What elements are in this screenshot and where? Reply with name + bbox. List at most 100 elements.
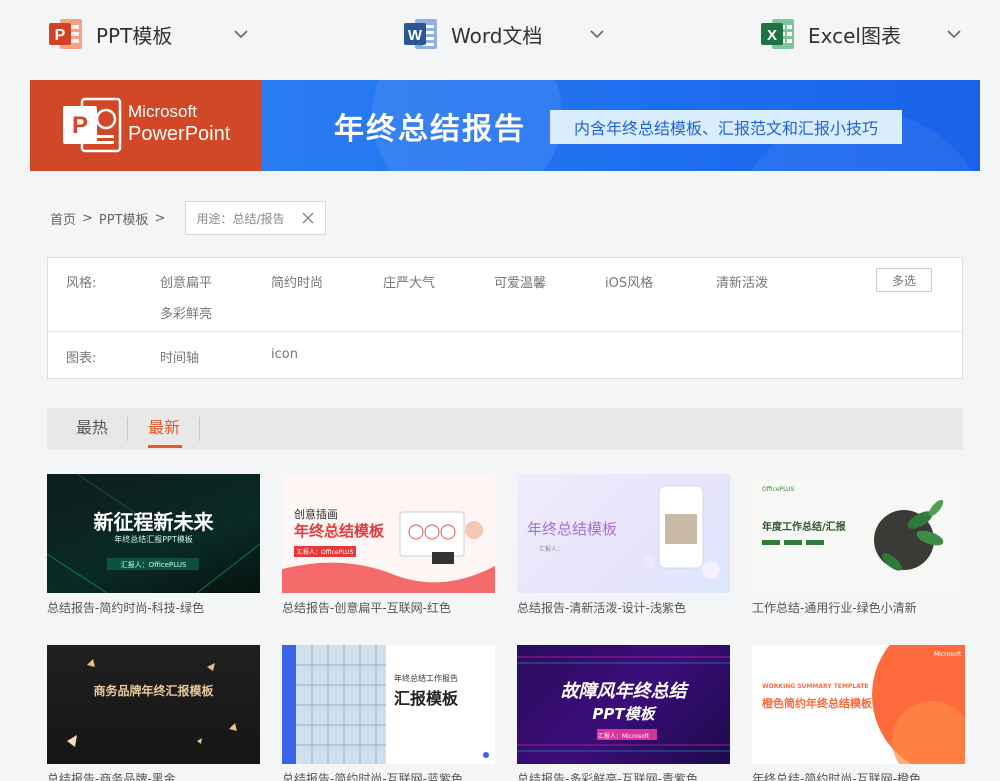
template-caption[interactable]: 工作总结-通用行业-绿色小清新	[752, 599, 965, 616]
template-card[interactable]: 新征程新未来 年终总结汇报PPT模板 汇报人：OfficePLUS 总结报告-简…	[47, 474, 260, 616]
template-thumbnail[interactable]: 商务品牌年终汇报模板	[47, 645, 260, 764]
tab-divider	[127, 417, 128, 441]
template-caption[interactable]: 总结报告-多彩鲜亮-互联网-青紫色	[517, 770, 730, 781]
breadcrumb-separator: >	[82, 210, 93, 226]
sort-tabs: 最热 最新	[47, 408, 963, 450]
template-card[interactable]: 年终总结模板 汇报人： 总结报告-清新活泼-设计-浅紫色	[517, 474, 730, 616]
active-filter-label: 用途：总结/报告	[196, 211, 285, 226]
brand-line-powerpoint: PowerPoint	[128, 123, 231, 145]
thumbnail-subtitle: PPT模板	[592, 705, 655, 723]
app-label-ppt: PPT模板	[96, 23, 173, 48]
tab-hottest[interactable]: 最热	[76, 408, 108, 450]
breadcrumb-home[interactable]: 首页	[50, 209, 76, 228]
template-card[interactable]: 商务品牌年终汇报模板 总结报告-商务品牌-黑金	[47, 645, 260, 781]
filter-option[interactable]: 多彩鲜亮	[160, 303, 212, 322]
active-tab-indicator	[148, 445, 182, 448]
filter-option[interactable]: iOS风格	[605, 272, 653, 291]
powerpoint-logo-icon: P	[62, 97, 122, 157]
thumbnail-subtitle: 年终总结汇报PPT模板	[114, 535, 193, 544]
close-icon[interactable]	[301, 211, 315, 225]
thumbnail-presenter: 汇报人：OfficePLUS	[120, 561, 187, 569]
thumbnail-art	[282, 645, 489, 764]
thumbnail-logo: Microsoft	[934, 651, 962, 658]
template-thumbnail[interactable]: 新征程新未来 年终总结汇报PPT模板 汇报人：OfficePLUS	[47, 474, 260, 593]
app-ppt[interactable]: P PPT模板	[48, 14, 172, 54]
template-caption[interactable]: 总结报告-简约时尚-科技-绿色	[47, 599, 260, 616]
template-caption[interactable]: 总结报告-简约时尚-互联网-蓝紫色	[282, 770, 495, 781]
chevron-down-icon[interactable]	[947, 26, 961, 40]
banner-content: 年终总结报告 内含年终总结模板、汇报范文和汇报小技巧	[262, 80, 980, 171]
chevron-down-icon[interactable]	[590, 26, 604, 40]
tab-divider	[199, 417, 200, 441]
template-card[interactable]: OfficePLUS 年度工作总结/汇报 工作总结-通用行业-绿色小清新	[752, 474, 965, 616]
template-caption[interactable]: 总结报告-商务品牌-黑金	[47, 770, 260, 781]
app-switcher: P PPT模板 W Word文档 X Excel图表	[0, 0, 1000, 70]
thumbnail-title: 年度工作总结/汇报	[762, 522, 846, 533]
filter-row-style: 风格: 创意扁平 简约时尚 庄严大气 可爱温馨 iOS风格 清新活泼 多彩鲜亮 …	[48, 258, 962, 332]
template-thumbnail[interactable]: 年终总结工作报告 汇报模板	[282, 645, 495, 764]
word-icon: W	[403, 16, 439, 52]
thumbnail-logo: OfficePLUS	[762, 486, 795, 493]
svg-text:P: P	[72, 112, 88, 139]
filter-option[interactable]: 庄严大气	[383, 272, 435, 291]
app-word[interactable]: W Word文档	[403, 14, 542, 54]
template-card[interactable]: 创意插画 年终总结模板 汇报人：OfficePLUS 总结报告-创意扁平-互联网…	[282, 474, 495, 616]
thumbnail-subtitle: WORKING SUMMARY TEMPLATE	[762, 683, 869, 690]
template-caption[interactable]: 总结报告-创意扁平-互联网-红色	[282, 599, 495, 616]
thumbnail-presenter: 汇报人：OfficePLUS	[294, 546, 357, 557]
filter-row-chart: 图表: 时间轴 icon	[48, 332, 962, 378]
filter-option[interactable]: 简约时尚	[271, 272, 323, 291]
filter-option[interactable]: icon	[271, 347, 298, 362]
thumbnail-title: 汇报模板	[394, 689, 459, 708]
breadcrumb: 首页 > PPT模板 > 用途：总结/报告	[50, 200, 326, 236]
filter-option[interactable]: 创意扁平	[160, 272, 212, 291]
thumbnail-title: 故障风年终总结	[560, 681, 687, 702]
svg-text:P: P	[55, 27, 66, 44]
thumbnail-subtitle: 年终总结工作报告	[394, 674, 458, 683]
template-card[interactable]: WORKING SUMMARY TEMPLATE 橙色简约年终总结模板 Micr…	[752, 645, 965, 781]
active-filter-tag: 用途：总结/报告	[185, 201, 326, 235]
template-card[interactable]: 故障风年终总结 PPT模板 汇报人：Microsoft 总结报告-多彩鲜亮-互联…	[517, 645, 730, 781]
app-label-excel: Excel图表	[808, 23, 901, 48]
brand-wordmark: Microsoft PowerPoint	[128, 102, 230, 146]
promo-banner[interactable]: P Microsoft PowerPoint 年终总结报告 内含年终总结模板、汇…	[30, 80, 980, 171]
tab-newest-label: 最新	[148, 418, 181, 437]
app-label-word: Word文档	[451, 23, 543, 48]
svg-text:W: W	[408, 27, 423, 44]
template-thumbnail[interactable]: 年终总结模板 汇报人：	[517, 474, 730, 593]
template-thumbnail[interactable]: 创意插画 年终总结模板 汇报人：OfficePLUS	[282, 474, 495, 593]
breadcrumb-separator: >	[154, 210, 166, 226]
template-card[interactable]: 年终总结工作报告 汇报模板 总结报告-简约时尚-互联网-蓝紫色	[282, 645, 495, 781]
template-thumbnail[interactable]: 故障风年终总结 PPT模板 汇报人：Microsoft	[517, 645, 730, 764]
template-thumbnail[interactable]: OfficePLUS 年度工作总结/汇报	[752, 474, 965, 593]
tab-newest[interactable]: 最新	[148, 408, 182, 450]
filter-panel: 风格: 创意扁平 简约时尚 庄严大气 可爱温馨 iOS风格 清新活泼 多彩鲜亮 …	[47, 257, 963, 379]
filter-label-style: 风格:	[66, 276, 97, 291]
thumbnail-title: 橙色简约年终总结模板	[762, 697, 872, 710]
brand-line-microsoft: Microsoft	[128, 102, 197, 121]
thumbnail-art	[67, 659, 237, 747]
excel-icon: X	[760, 16, 796, 52]
thumbnail-title: 新征程新未来	[93, 510, 214, 534]
banner-subtitle: 内含年终总结模板、汇报范文和汇报小技巧	[550, 110, 902, 144]
powerpoint-brand: P Microsoft PowerPoint	[30, 80, 262, 171]
filter-label-chart: 图表:	[66, 351, 97, 366]
banner-title: 年终总结报告	[334, 112, 526, 147]
breadcrumb-ppt-templates[interactable]: PPT模板	[99, 209, 149, 228]
powerpoint-icon: P	[48, 16, 84, 52]
filter-option[interactable]: 清新活泼	[716, 272, 768, 291]
template-thumbnail[interactable]: WORKING SUMMARY TEMPLATE 橙色简约年终总结模板 Micr…	[752, 645, 965, 764]
thumbnail-title: 商务品牌年终汇报模板	[93, 684, 214, 698]
multi-select-button[interactable]: 多选	[876, 268, 932, 292]
filter-option[interactable]: 可爱温馨	[494, 272, 546, 291]
thumbnail-title: 年终总结模板	[527, 520, 618, 538]
thumbnail-title: 年终总结模板	[294, 522, 385, 540]
template-caption[interactable]: 总结报告-清新活泼-设计-浅紫色	[517, 599, 730, 616]
svg-text:X: X	[767, 27, 777, 44]
thumbnail-presenter: 汇报人：Microsoft	[597, 733, 650, 740]
filter-option[interactable]: 时间轴	[160, 347, 199, 366]
app-excel[interactable]: X Excel图表	[760, 14, 901, 54]
template-caption[interactable]: 年终总结-简约时尚-互联网-橙色	[752, 770, 965, 781]
chevron-down-icon[interactable]	[234, 26, 248, 40]
thumbnail-presenter: 汇报人：	[539, 546, 564, 553]
